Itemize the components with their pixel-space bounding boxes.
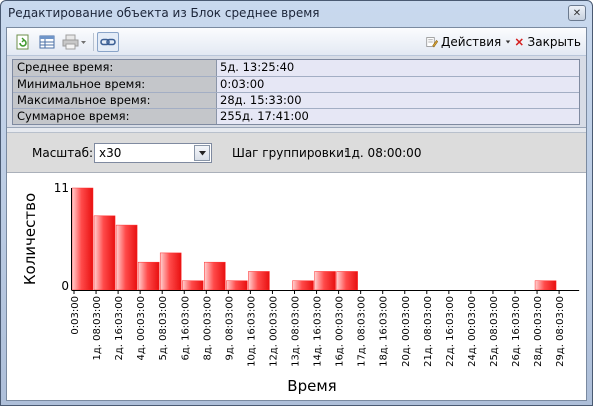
x-tick-label: 24д. 00:03:00 — [467, 296, 478, 367]
histogram-bar — [93, 215, 116, 291]
y-tick-label: 11 — [54, 181, 69, 195]
x-tick-label: 28д. 00:03:00 — [533, 296, 544, 367]
grouping-step-value: 1д. 08:00:00 — [344, 146, 422, 160]
y-tick-label: 0 — [61, 279, 69, 293]
summary-label: Максимальное время: — [13, 93, 217, 108]
histogram-bar — [226, 280, 248, 291]
x-tick-label: 6д. 16:03:00 — [180, 296, 191, 361]
summary-row: Среднее время: 5д. 13:25:40 — [13, 60, 579, 76]
actions-icon — [426, 37, 439, 48]
close-label: Закрыть — [527, 35, 581, 49]
summary-row: Суммарное время: 255д. 17:41:00 — [13, 108, 579, 124]
refresh-icon — [16, 34, 29, 50]
summary-grid: Среднее время: 5д. 13:25:40 Минимальное … — [12, 59, 580, 125]
histogram-bar — [159, 252, 182, 291]
histogram-bar — [314, 271, 336, 291]
link-icon — [100, 38, 116, 46]
x-axis-label: Время — [287, 377, 336, 395]
histogram-bar — [534, 280, 557, 291]
x-tick-label: 16д. 00:03:00 — [335, 296, 346, 367]
x-tick-label: 4д. 00:03:00 — [136, 296, 147, 361]
y-axis-label: Количество — [21, 193, 39, 285]
summary-value: 28д. 15:33:00 — [217, 93, 579, 108]
dialog-window: Редактирование объекта из Блок среднее в… — [0, 0, 593, 406]
table-icon — [39, 35, 55, 49]
printer-icon — [62, 34, 86, 50]
scale-value: x30 — [99, 146, 122, 160]
x-tick-label: 0:03:00 — [70, 296, 81, 335]
histogram-chart: 0:03:00 1д. 08:03:00 2д. 16:03:00 4д. 00:03… — [7, 174, 586, 400]
histogram-bar — [204, 261, 226, 291]
histogram-bar — [292, 280, 314, 291]
chart-controls: Масштаб: x30 Шаг группировки: 1д. 08:00:… — [7, 133, 586, 173]
x-tick-label: 26д. 16:03:00 — [511, 296, 522, 367]
x-tick-label: 5д. 08:03:00 — [158, 296, 169, 361]
grouping-step-label: Шаг группировки: — [232, 146, 348, 160]
summary-panel: Среднее время: 5д. 13:25:40 Минимальное … — [7, 56, 586, 128]
x-tick-label: 2д. 16:03:00 — [114, 296, 125, 361]
x-tick-label: 1д. 08:03:00 — [92, 296, 103, 361]
histogram-bar — [71, 187, 94, 291]
x-tick-label: 21д. 08:03:00 — [423, 296, 434, 367]
histogram-bar — [336, 271, 358, 291]
toolbar: Действия Закрыть — [7, 28, 586, 56]
summary-value: 0:03:00 — [217, 77, 579, 92]
histogram-bar — [182, 280, 204, 291]
link-button[interactable] — [97, 32, 119, 52]
x-tick-label: 14д. 16:03:00 — [313, 296, 324, 367]
scale-label: Масштаб: — [32, 146, 94, 160]
summary-row: Минимальное время: 0:03:00 — [13, 76, 579, 92]
x-tick-label: 29д. 08:03:00 — [555, 296, 566, 367]
actions-label: Действия — [441, 35, 502, 49]
print-button[interactable] — [61, 32, 89, 52]
x-tick-label: 18д. 16:03:00 — [379, 296, 390, 367]
refresh-button[interactable] — [13, 32, 33, 52]
x-tick-label: 17д. 08:03:00 — [357, 296, 368, 367]
histogram-bar — [248, 271, 270, 291]
summary-value: 255д. 17:41:00 — [217, 109, 579, 124]
x-tick-label: 9д. 08:03:00 — [224, 296, 235, 361]
scale-select[interactable]: x30 — [94, 143, 212, 163]
dialog-client: Действия Закрыть Среднее время: 5д. 13:2… — [6, 27, 587, 401]
histogram-bar — [115, 224, 138, 291]
x-tick-label: 10д. 16:03:00 — [246, 296, 257, 367]
x-tick-label: 12д. 00:03:00 — [268, 296, 279, 367]
chevron-down-icon — [198, 151, 206, 156]
window-title: Редактирование объекта из Блок среднее в… — [8, 6, 320, 20]
close-red-icon — [515, 38, 523, 46]
summary-value: 5д. 13:25:40 — [217, 60, 579, 76]
summary-label: Минимальное время: — [13, 77, 217, 92]
title-bar: Редактирование объекта из Блок среднее в… — [1, 1, 592, 25]
histogram-svg: 0:03:00 1д. 08:03:00 2д. 16:03:00 4д. 00:03… — [21, 181, 580, 395]
summary-label: Суммарное время: — [13, 109, 217, 124]
summary-label: Среднее время: — [13, 60, 217, 76]
close-button[interactable]: Закрыть — [515, 32, 581, 52]
window-close-button[interactable]: ✕ — [568, 5, 586, 21]
histogram-bar — [137, 261, 160, 291]
chevron-down-icon — [506, 40, 511, 44]
scale-dropdown-button[interactable] — [194, 145, 210, 161]
x-tick-label: 8д. 00:03:00 — [202, 296, 213, 361]
table-view-button[interactable] — [37, 32, 57, 52]
summary-row: Максимальное время: 28д. 15:33:00 — [13, 92, 579, 108]
x-tick-label: 25д. 08:03:00 — [489, 296, 500, 367]
x-tick-label: 13д. 08:03:00 — [291, 296, 302, 367]
close-icon: ✕ — [572, 7, 582, 19]
x-tick-label: 22д. 16:03:00 — [445, 296, 456, 367]
actions-dropdown-button[interactable]: Действия — [426, 32, 512, 52]
x-tick-label: 20д. 00:03:00 — [401, 296, 412, 367]
